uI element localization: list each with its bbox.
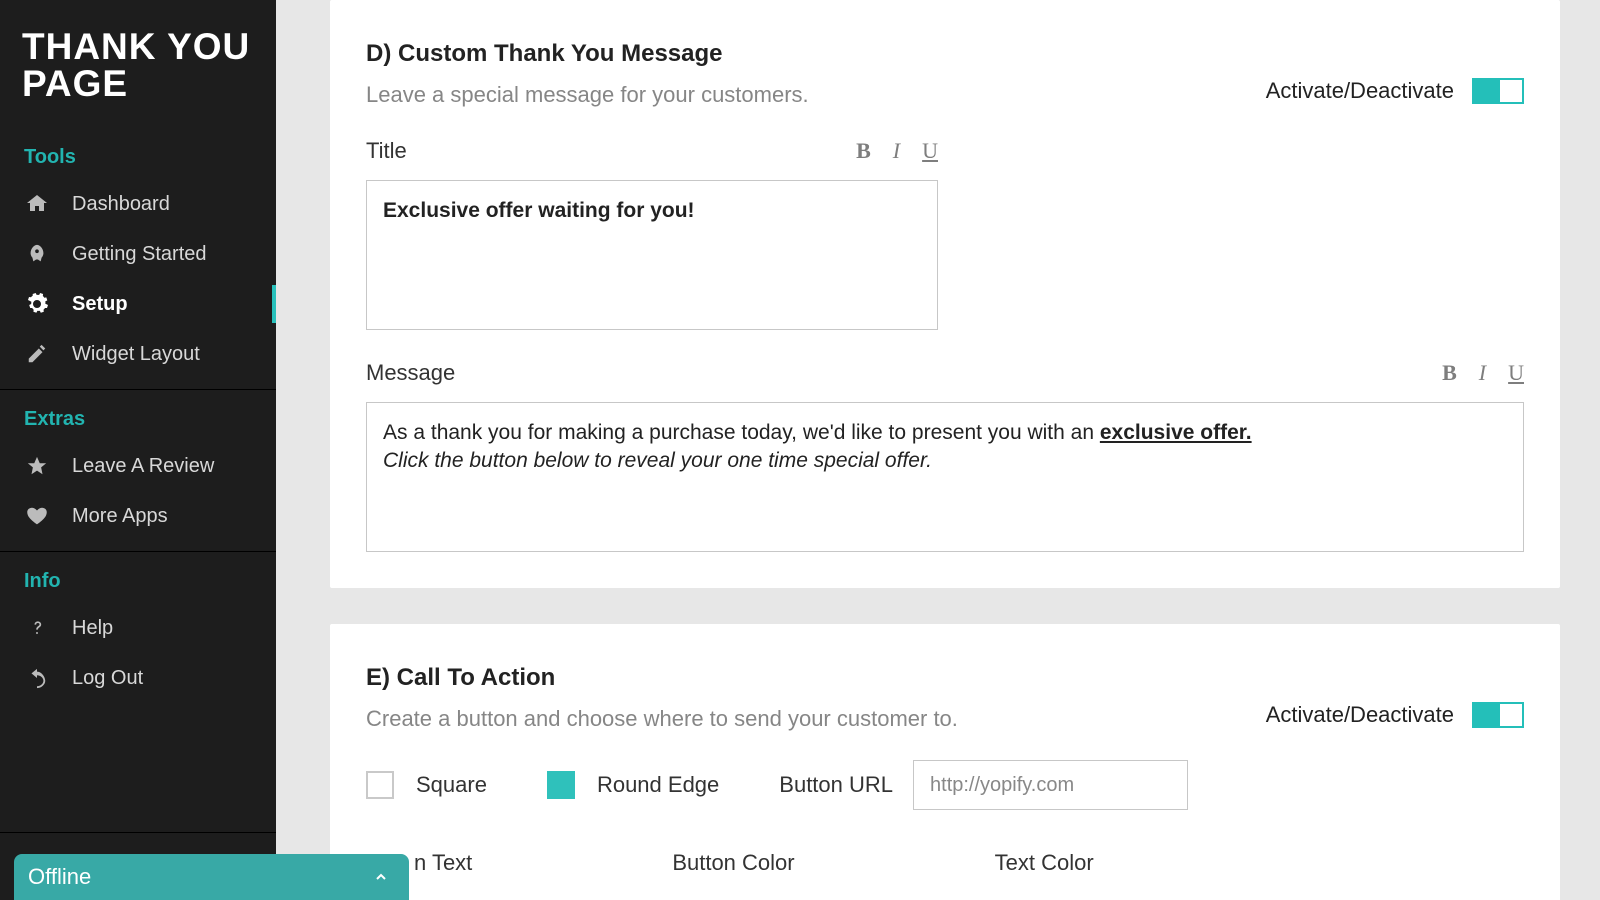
underline-button[interactable]: U xyxy=(1508,360,1524,386)
divider xyxy=(0,389,276,390)
text-color-label: Text Color xyxy=(995,850,1094,876)
underline-button[interactable]: U xyxy=(922,138,938,164)
sidebar-item-widget-layout[interactable]: Widget Layout xyxy=(0,329,276,379)
sidebar-item-leave-review[interactable]: Leave A Review xyxy=(0,441,276,491)
sidebar-item-setup[interactable]: Setup xyxy=(0,279,276,329)
sidebar-item-label: Dashboard xyxy=(72,193,170,216)
title-format-toolbar: B I U xyxy=(856,138,938,164)
option-square[interactable]: Square xyxy=(366,771,487,799)
italic-button[interactable]: I xyxy=(1479,360,1486,386)
sidebar-item-label: Getting Started xyxy=(72,243,207,266)
toggle-label: Activate/Deactivate xyxy=(1266,702,1454,728)
sidebar-item-label: Log Out xyxy=(72,667,143,690)
button-url-label: Button URL xyxy=(779,772,893,798)
gear-icon xyxy=(24,291,50,317)
sidebar-section-info: Info xyxy=(0,556,276,603)
main-content: D) Custom Thank You Message Leave a spec… xyxy=(276,0,1600,900)
message-line1-part2: exclusive offer. xyxy=(1100,421,1252,444)
checkbox-square[interactable] xyxy=(366,771,394,799)
sidebar-item-label: More Apps xyxy=(72,505,168,528)
bold-button[interactable]: B xyxy=(1442,360,1457,386)
option-round-edge-label: Round Edge xyxy=(597,772,719,798)
question-icon xyxy=(24,615,50,641)
message-line2: Click the button below to reveal your on… xyxy=(383,449,932,472)
section-custom-thank-you: D) Custom Thank You Message Leave a spec… xyxy=(330,0,1560,588)
section-d-desc: Leave a special message for your custome… xyxy=(366,82,809,108)
section-e-desc: Create a button and choose where to send… xyxy=(366,706,958,732)
button-color-label: Button Color xyxy=(672,850,794,876)
app-logo: THANK YOU PAGE xyxy=(0,0,276,132)
title-input[interactable]: Exclusive offer waiting for you! xyxy=(366,180,938,330)
section-e-toggle[interactable] xyxy=(1472,702,1524,728)
sidebar-item-label: Widget Layout xyxy=(72,343,200,366)
title-value: Exclusive offer waiting for you! xyxy=(383,199,695,222)
message-format-toolbar: B I U xyxy=(1442,360,1524,386)
section-d-title: D) Custom Thank You Message xyxy=(366,40,809,68)
option-round-edge[interactable]: Round Edge xyxy=(547,771,719,799)
bold-button[interactable]: B xyxy=(856,138,871,164)
sidebar-section-tools: Tools xyxy=(0,132,276,179)
sidebar-item-help[interactable]: Help xyxy=(0,603,276,653)
title-field-label: Title xyxy=(366,138,407,164)
message-field-label: Message xyxy=(366,360,455,386)
button-url-input[interactable] xyxy=(913,760,1188,810)
section-call-to-action: E) Call To Action Create a button and ch… xyxy=(330,624,1560,900)
pencil-icon xyxy=(24,341,50,367)
sidebar: THANK YOU PAGE Tools Dashboard Getting S… xyxy=(0,0,276,900)
sidebar-item-label: Setup xyxy=(72,293,128,316)
divider xyxy=(0,551,276,552)
checkbox-round-edge[interactable] xyxy=(547,771,575,799)
italic-button[interactable]: I xyxy=(893,138,900,164)
star-icon xyxy=(24,453,50,479)
heart-icon xyxy=(24,503,50,529)
sidebar-item-more-apps[interactable]: More Apps xyxy=(0,491,276,541)
offline-chat-widget[interactable]: Offline xyxy=(14,854,409,900)
message-line1-part1: As a thank you for making a purchase tod… xyxy=(383,421,1100,444)
button-text-label: n Text xyxy=(414,850,472,876)
sidebar-section-extras: Extras xyxy=(0,394,276,441)
section-d-toggle[interactable] xyxy=(1472,78,1524,104)
toggle-label: Activate/Deactivate xyxy=(1266,78,1454,104)
option-square-label: Square xyxy=(416,772,487,798)
offline-label: Offline xyxy=(28,864,91,890)
undo-icon xyxy=(24,665,50,691)
chevron-up-icon xyxy=(373,869,389,885)
sidebar-item-label: Leave A Review xyxy=(72,455,214,478)
sidebar-item-dashboard[interactable]: Dashboard xyxy=(0,179,276,229)
sidebar-item-getting-started[interactable]: Getting Started xyxy=(0,229,276,279)
sidebar-item-logout[interactable]: Log Out xyxy=(0,653,276,703)
home-icon xyxy=(24,191,50,217)
rocket-icon xyxy=(24,241,50,267)
message-input[interactable]: As a thank you for making a purchase tod… xyxy=(366,402,1524,552)
sidebar-item-label: Help xyxy=(72,617,113,640)
section-e-title: E) Call To Action xyxy=(366,664,958,692)
